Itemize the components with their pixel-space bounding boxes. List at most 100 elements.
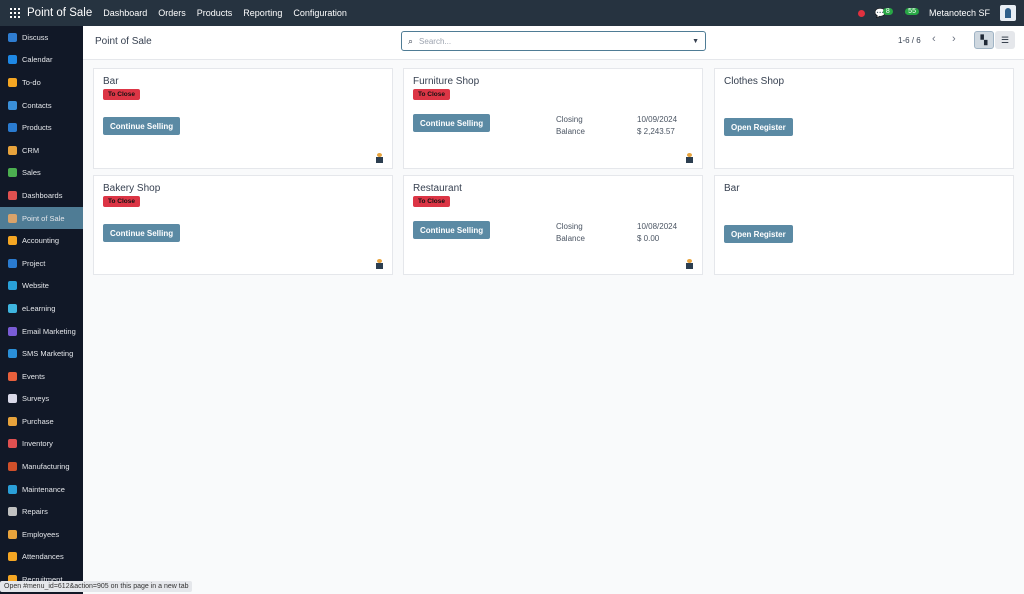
sidebar-item-crm[interactable]: CRM (0, 139, 83, 162)
sidebar-item-purchase[interactable]: Purchase (0, 410, 83, 433)
app-icon (8, 55, 17, 65)
sidebar-item-label: Contacts (22, 100, 52, 110)
balance-value: $ 0.00 (637, 234, 660, 243)
pos-name[interactable]: Furniture Shop (413, 76, 479, 87)
app-menu-icon[interactable] (10, 8, 20, 18)
sidebar-item-elearning[interactable]: eLearning (0, 297, 83, 320)
menu-reporting[interactable]: Reporting (243, 8, 282, 18)
list-view-icon[interactable]: ☰ (995, 31, 1015, 49)
sidebar-item-discuss[interactable]: Discuss (0, 26, 83, 49)
user-avatar-icon (375, 259, 384, 269)
continue-selling-button[interactable]: Continue Selling (103, 224, 181, 242)
app-icon (8, 281, 17, 291)
pager-value[interactable]: 1-6 / 6 (898, 36, 921, 45)
top-navbar: Point of Sale Dashboard Orders Products … (0, 0, 1024, 26)
app-icon (8, 32, 17, 42)
sidebar-item-label: Discuss (22, 32, 49, 42)
app-icon (8, 123, 17, 133)
messages-badge: 8 (882, 7, 893, 15)
search-icon: ⌕ (408, 35, 414, 46)
sidebar-item-sms-marketing[interactable]: SMS Marketing (0, 342, 83, 365)
open-register-button[interactable]: Open Register (724, 225, 793, 243)
sidebar-item-label: eLearning (22, 303, 56, 313)
app-icon (8, 507, 17, 517)
sidebar-item-point-of-sale[interactable]: Point of Sale (0, 206, 83, 230)
app-icon (8, 529, 17, 539)
pos-card: Restaurant To Close Continue Selling Closin… (403, 175, 703, 275)
app-icon (8, 236, 17, 246)
pos-name[interactable]: Restaurant (413, 183, 462, 194)
sidebar-item-label: Manufacturing (22, 462, 70, 472)
company-name[interactable]: Metanotech SF (929, 8, 990, 18)
sidebar-item-email-marketing[interactable]: Email Marketing (0, 320, 83, 343)
pos-name[interactable]: Bakery Shop (103, 183, 160, 194)
sidebar-item-inventory[interactable]: Inventory (0, 433, 83, 456)
menu-products[interactable]: Products (197, 8, 233, 18)
sidebar-item-website[interactable]: Website (0, 275, 83, 298)
sidebar-item-to-do[interactable]: To-do (0, 71, 83, 94)
sidebar-item-label: Attendances (22, 552, 64, 562)
sidebar-item-label: Products (22, 123, 52, 133)
menu-orders[interactable]: Orders (158, 8, 186, 18)
pos-name[interactable]: Bar (724, 183, 740, 194)
sidebar-item-surveys[interactable]: Surveys (0, 388, 83, 411)
messages-button[interactable]: 💬8 (875, 7, 893, 19)
app-icon (8, 394, 17, 404)
sidebar-item-calendar[interactable]: Calendar (0, 49, 83, 72)
app-icon (8, 416, 17, 426)
to-close-badge: To Close (103, 196, 140, 207)
activities-button[interactable]: ◔55 (903, 8, 919, 18)
kanban-view-icon[interactable]: ▚ (974, 31, 994, 49)
page-title: Point of Sale (95, 36, 152, 47)
app-icon (8, 371, 17, 381)
sidebar-item-label: Point of Sale (22, 213, 65, 223)
sidebar-item-dashboards[interactable]: Dashboards (0, 184, 83, 207)
sidebar-item-project[interactable]: Project (0, 252, 83, 275)
closing-date: 10/09/2024 (637, 115, 678, 124)
app-title[interactable]: Point of Sale (27, 7, 92, 19)
continue-selling-button[interactable]: Continue Selling (103, 117, 181, 135)
sidebar-item-contacts[interactable]: Contacts (0, 94, 83, 117)
menu-dashboard[interactable]: Dashboard (103, 8, 147, 18)
user-avatar-icon (685, 259, 694, 269)
closing-date: 10/08/2024 (637, 222, 678, 231)
app-icon (8, 303, 17, 313)
sidebar-item-label: Project (22, 258, 46, 268)
continue-selling-button[interactable]: Continue Selling (413, 221, 491, 239)
sidebar-item-employees[interactable]: Employees (0, 523, 83, 546)
continue-selling-button[interactable]: Continue Selling (413, 114, 491, 132)
sidebar-item-accounting[interactable]: Accounting (0, 229, 83, 252)
pos-name[interactable]: Clothes Shop (724, 76, 784, 87)
sidebar-item-label: To-do (22, 77, 41, 87)
app-icon (8, 462, 17, 472)
sidebar-item-manufacturing[interactable]: Manufacturing (0, 455, 83, 478)
menu-configuration[interactable]: Configuration (293, 8, 347, 18)
sidebar-item-events[interactable]: Events (0, 365, 83, 388)
sidebar-item-attendances[interactable]: Attendances (0, 546, 83, 569)
sidebar-item-label: Repairs (22, 507, 48, 517)
sidebar-item-label: Website (22, 281, 49, 291)
sidebar-item-maintenance[interactable]: Maintenance (0, 478, 83, 501)
pager-prev-icon[interactable]: ‹ (932, 33, 936, 45)
app-icon (8, 213, 17, 223)
search-input[interactable]: ⌕ Search... ▼ (401, 31, 706, 51)
status-dot-icon[interactable] (857, 9, 865, 17)
sidebar-item-label: Calendar (22, 55, 53, 65)
balance-label: Balance (556, 234, 585, 243)
sidebar: Discuss Calendar To-do Contacts Products CRM S… (0, 26, 83, 594)
pos-name[interactable]: Bar (103, 76, 119, 87)
caret-down-icon[interactable]: ▼ (692, 38, 699, 45)
pos-card: Clothes Shop Open Register (714, 68, 1014, 169)
sidebar-item-repairs[interactable]: Repairs (0, 500, 83, 523)
search-placeholder: Search... (419, 36, 452, 46)
app-icon (8, 168, 17, 178)
open-register-button[interactable]: Open Register (724, 118, 793, 136)
session-info: Closing 10/09/2024 Balance $ 2,243.57 (556, 114, 677, 138)
sidebar-item-products[interactable]: Products (0, 116, 83, 139)
sidebar-item-label: Accounting (22, 236, 60, 246)
pager-next-icon[interactable]: › (952, 33, 956, 45)
sidebar-item-sales[interactable]: Sales (0, 162, 83, 185)
app-icon (8, 326, 17, 336)
app-icon (8, 100, 17, 110)
user-avatar[interactable] (1000, 5, 1016, 21)
